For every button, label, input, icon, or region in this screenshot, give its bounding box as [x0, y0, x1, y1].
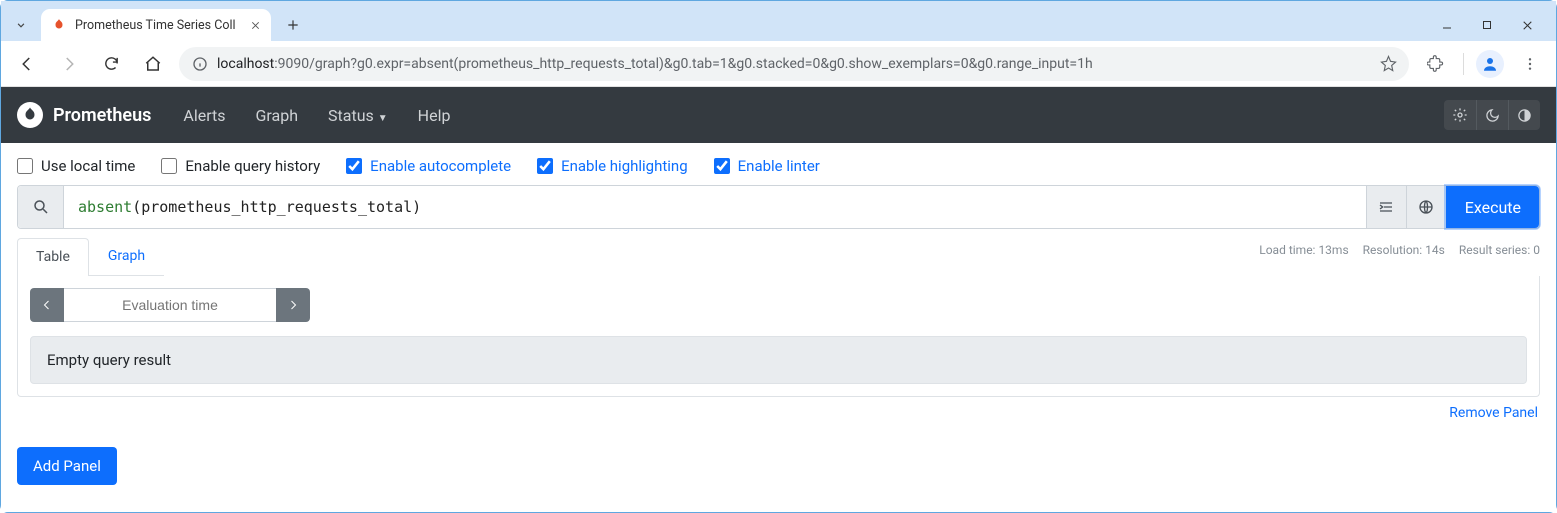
query-result: Empty query result: [30, 336, 1527, 384]
opt-history[interactable]: Enable query history: [161, 157, 320, 175]
opt-linter[interactable]: Enable linter: [714, 157, 820, 175]
nav-home-button[interactable]: [137, 48, 169, 80]
info-icon: [192, 56, 208, 72]
nav-reload-button[interactable]: [95, 48, 127, 80]
minimize-icon: [1441, 19, 1453, 31]
expression-icon-box: [18, 186, 64, 228]
window-maximize-button[interactable]: [1478, 16, 1496, 34]
browser-menu-button[interactable]: [1514, 48, 1546, 80]
theme-toggle-button[interactable]: [1508, 100, 1540, 130]
separator: [1463, 53, 1464, 75]
panel-footer: Remove Panel: [1, 397, 1556, 421]
browser-window: Prometheus Time Series Coll localhost:90…: [0, 0, 1557, 513]
arrow-left-icon: [18, 55, 36, 73]
nav-back-button[interactable]: [11, 48, 43, 80]
nav-alerts[interactable]: Alerts: [171, 100, 237, 131]
expression-input[interactable]: absent(prometheus_http_requests_total): [64, 186, 1366, 228]
arrow-right-icon: [60, 55, 78, 73]
chevron-right-icon: [287, 299, 299, 311]
result-header: Table Graph Load time: 13ms Resolution: …: [17, 237, 1540, 276]
contrast-icon: [1517, 108, 1532, 123]
navbar-tools: [1444, 100, 1540, 130]
dark-mode-button[interactable]: [1476, 100, 1508, 130]
checkbox-local-time[interactable]: [17, 158, 33, 174]
new-tab-button[interactable]: [279, 11, 307, 39]
opt-autocomplete[interactable]: Enable autocomplete: [346, 157, 511, 175]
tab-table[interactable]: Table: [17, 238, 89, 276]
window-controls: [1438, 16, 1548, 34]
plus-icon: [286, 18, 300, 32]
puzzle-icon: [1427, 55, 1444, 72]
nav-graph[interactable]: Graph: [244, 100, 311, 131]
url-text: localhost:9090/graph?g0.expr=absent(prom…: [217, 56, 1372, 72]
evaluation-time-group: [30, 288, 310, 322]
tab-graph[interactable]: Graph: [89, 237, 164, 275]
result-stats: Load time: 13ms Resolution: 14s Result s…: [1259, 237, 1540, 257]
indent-icon: [1378, 199, 1394, 215]
home-icon: [144, 55, 162, 73]
star-icon: [1380, 55, 1397, 72]
metrics-explorer-button[interactable]: [1406, 186, 1446, 228]
settings-button[interactable]: [1444, 100, 1476, 130]
prometheus-logo: [17, 102, 43, 128]
remove-panel-link[interactable]: Remove Panel: [1449, 405, 1538, 421]
bookmark-button[interactable]: [1380, 55, 1397, 72]
user-icon: [1481, 55, 1499, 73]
kebab-icon: [1522, 56, 1538, 72]
evaluation-time-input[interactable]: [64, 288, 276, 322]
search-icon: [32, 198, 50, 216]
browser-tab-active[interactable]: Prometheus Time Series Coll: [41, 9, 271, 41]
prometheus-favicon: [51, 17, 67, 33]
nav-help[interactable]: Help: [406, 100, 463, 131]
panel-body: Empty query result: [17, 276, 1540, 397]
caret-down-icon: ▼: [378, 113, 388, 124]
moon-icon: [1485, 108, 1500, 123]
close-icon: [1521, 19, 1534, 32]
execute-button[interactable]: Execute: [1446, 186, 1539, 228]
opt-local-time[interactable]: Use local time: [17, 157, 135, 175]
site-info-button[interactable]: [191, 56, 209, 72]
format-expression-button[interactable]: [1366, 186, 1406, 228]
stat-resolution: Resolution: 14s: [1363, 243, 1445, 257]
gear-icon: [1452, 107, 1468, 123]
nav-status-dropdown[interactable]: Status▼: [316, 100, 400, 131]
add-panel-button[interactable]: Add Panel: [17, 447, 117, 485]
eval-time-next-button[interactable]: [276, 288, 310, 322]
checkbox-autocomplete[interactable]: [346, 158, 362, 174]
brand[interactable]: Prometheus: [17, 102, 151, 128]
browser-tab-title: Prometheus Time Series Coll: [75, 18, 242, 33]
query-input-group: absent(prometheus_http_requests_total) E…: [17, 185, 1540, 229]
address-bar: localhost:9090/graph?g0.expr=absent(prom…: [1, 41, 1556, 87]
window-close-button[interactable]: [1518, 16, 1536, 34]
opt-highlighting[interactable]: Enable highlighting: [537, 157, 688, 175]
tab-close-button[interactable]: [250, 20, 261, 31]
brand-text: Prometheus: [53, 105, 151, 126]
query-options: Use local time Enable query history Enab…: [1, 143, 1556, 185]
checkbox-history[interactable]: [161, 158, 177, 174]
eval-time-prev-button[interactable]: [30, 288, 64, 322]
profile-button[interactable]: [1476, 50, 1504, 78]
checkbox-highlighting[interactable]: [537, 158, 553, 174]
nav-forward-button[interactable]: [53, 48, 85, 80]
stat-result-series: Result series: 0: [1459, 243, 1540, 257]
stat-load-time: Load time: 13ms: [1259, 243, 1348, 257]
omnibox[interactable]: localhost:9090/graph?g0.expr=absent(prom…: [179, 47, 1409, 81]
window-minimize-button[interactable]: [1438, 16, 1456, 34]
checkbox-linter[interactable]: [714, 158, 730, 174]
close-icon: [250, 20, 261, 31]
tab-strip: Prometheus Time Series Coll: [1, 1, 1556, 41]
globe-icon: [1418, 199, 1434, 215]
maximize-icon: [1481, 19, 1493, 31]
app-navbar: Prometheus Alerts Graph Status▼ Help: [1, 87, 1556, 143]
extensions-button[interactable]: [1419, 48, 1451, 80]
chevron-left-icon: [41, 299, 53, 311]
chevron-down-icon: [14, 18, 28, 32]
tab-search-button[interactable]: [9, 13, 33, 37]
result-tabs: Table Graph: [17, 237, 164, 276]
page-content: Prometheus Alerts Graph Status▼ Help Use…: [1, 87, 1556, 512]
reload-icon: [103, 55, 120, 72]
